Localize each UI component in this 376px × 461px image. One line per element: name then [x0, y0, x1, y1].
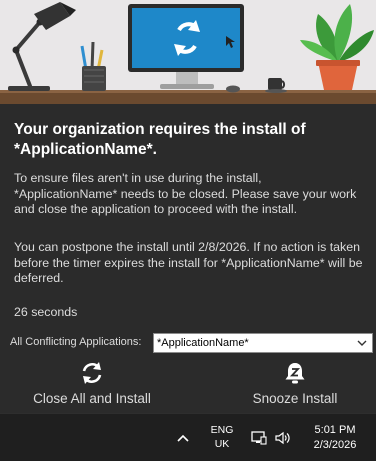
- refresh-icon: [82, 362, 102, 384]
- system-clock[interactable]: 5:01 PM 2/3/2026: [299, 423, 371, 453]
- chevron-up-icon[interactable]: [175, 431, 191, 445]
- dialog-heading: Your organization requires the install o…: [14, 121, 306, 158]
- snooze-install-button[interactable]: Snooze Install: [220, 360, 370, 410]
- input-language-indicator[interactable]: ENG UK: [203, 423, 241, 451]
- install-prompt-dialog: Your organization requires the install o…: [0, 104, 376, 413]
- chevron-down-icon: [357, 340, 367, 346]
- clock-time: 5:01 PM: [314, 424, 356, 436]
- bell-snooze-icon: [285, 363, 305, 384]
- language-code: ENG: [210, 424, 234, 436]
- close-apps-message: To ensure files aren't in use during the…: [14, 171, 357, 217]
- keyboard-layout: UK: [214, 438, 230, 450]
- network-icon[interactable]: [250, 430, 268, 446]
- conflicting-apps-dropdown[interactable]: *ApplicationName*: [153, 333, 373, 353]
- header-illustration: [0, 0, 376, 104]
- close-all-and-install-button[interactable]: Close All and Install: [17, 360, 167, 410]
- clock-date: 2/3/2026: [313, 439, 357, 451]
- conflicting-apps-selected: *ApplicationName*: [157, 337, 249, 349]
- conflicting-apps-label: All Conflicting Applications:: [10, 336, 142, 348]
- close-all-and-install-label: Close All and Install: [33, 391, 151, 406]
- snooze-install-label: Snooze Install: [252, 391, 338, 406]
- volume-icon[interactable]: [274, 430, 292, 446]
- countdown-timer: 26 seconds: [14, 305, 78, 319]
- deferral-message: You can postpone the install until 2/8/2…: [14, 240, 363, 286]
- taskbar: ENG UK 5:01 PM 2/3/2026: [0, 413, 376, 461]
